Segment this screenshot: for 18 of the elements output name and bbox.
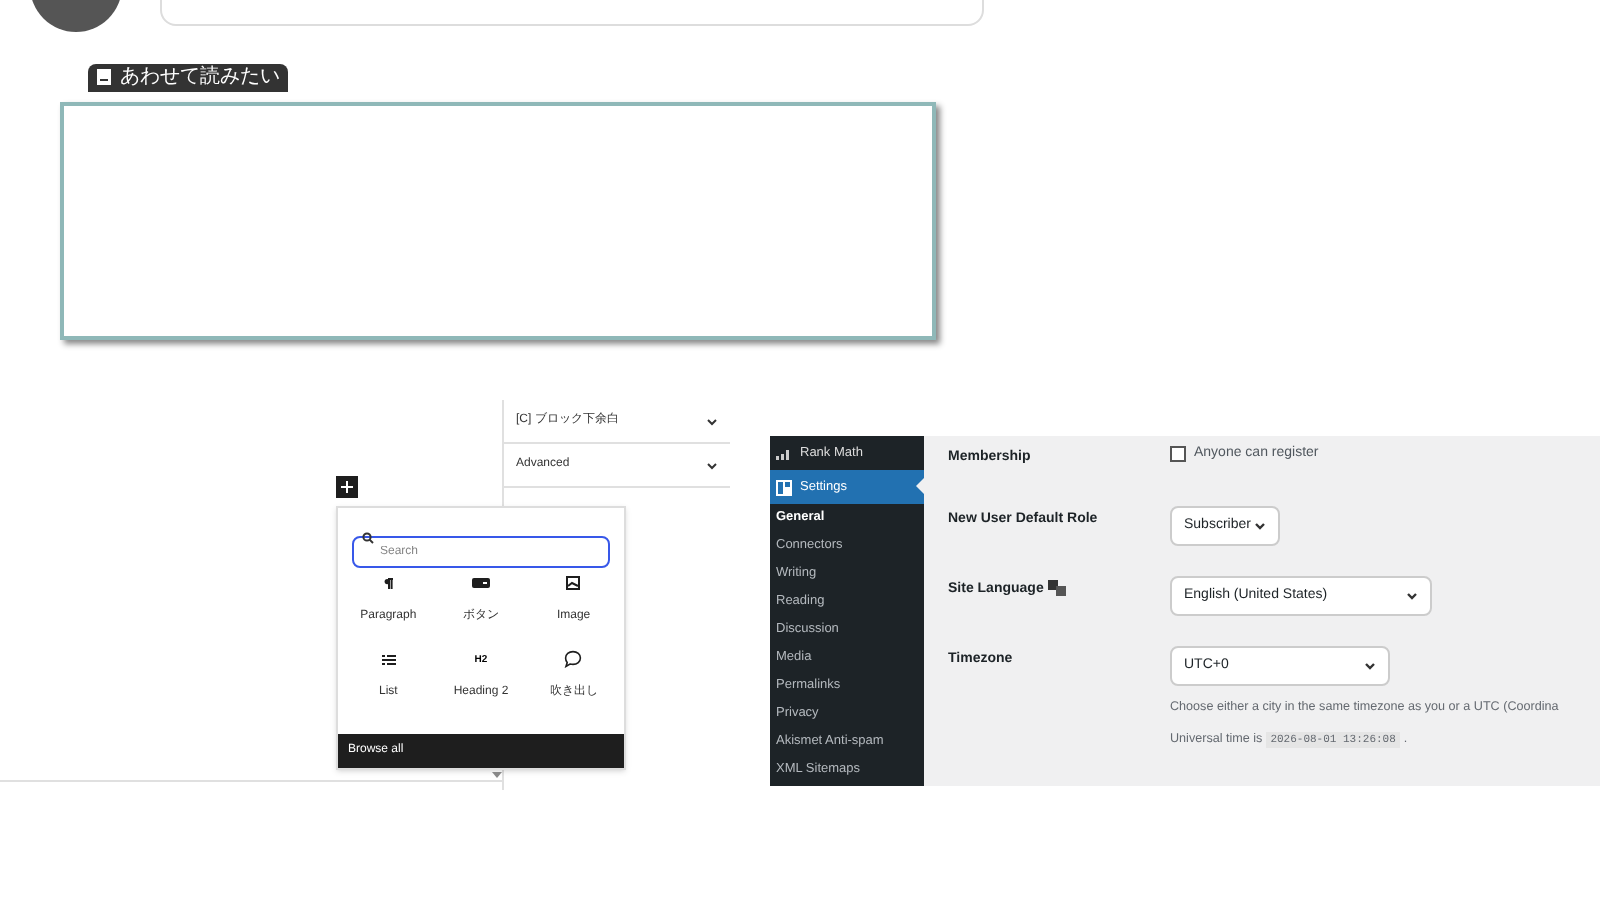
- chevron-icon: [1364, 662, 1376, 670]
- checkbox[interactable]: [1170, 446, 1186, 463]
- plus-icon: [340, 480, 354, 494]
- settings-grid-icon: [776, 479, 792, 495]
- search-icon: [362, 532, 374, 544]
- paragraph-icon: [383, 577, 394, 589]
- list-icon: [381, 653, 396, 665]
- chevron-icon: [1406, 592, 1418, 600]
- chevron-icon: [706, 461, 718, 469]
- card-label: あわせて読みたい: [88, 63, 288, 91]
- chevron-icon: [706, 417, 718, 425]
- document-icon: [96, 68, 112, 86]
- speech-bubble-icon: [564, 650, 583, 668]
- bar-chart-icon: [776, 447, 792, 459]
- button-icon: [471, 578, 490, 588]
- chevron-icon: [1254, 522, 1266, 530]
- add-block-button[interactable]: [336, 476, 358, 498]
- image-icon: [566, 576, 581, 590]
